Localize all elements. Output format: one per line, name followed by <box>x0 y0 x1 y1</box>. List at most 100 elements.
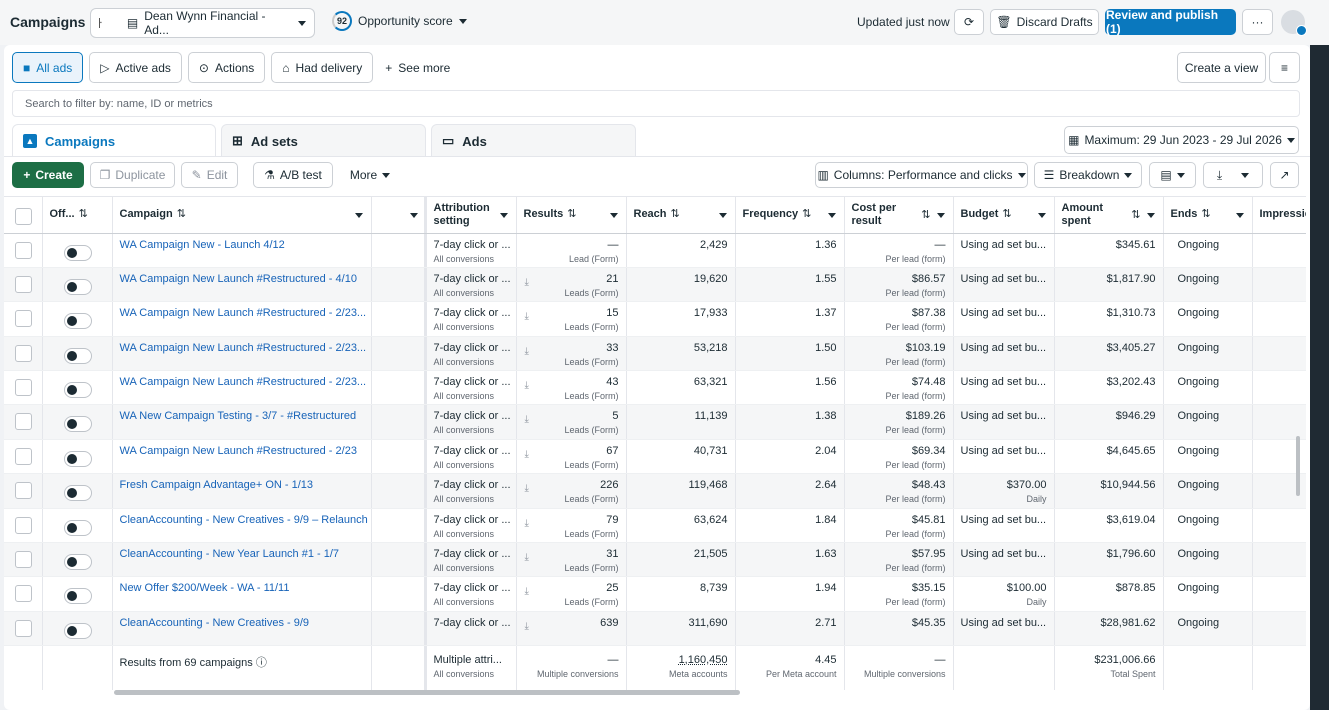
row-checkbox[interactable] <box>15 482 32 500</box>
row-toggle-cell[interactable] <box>42 611 113 647</box>
row-checkbox[interactable] <box>15 379 32 397</box>
row-checkbox[interactable] <box>15 241 32 259</box>
columns-button[interactable]: ▥ Columns: Performance and clicks <box>815 162 1028 188</box>
on-off-toggle[interactable] <box>63 554 92 571</box>
campaign-name-cell[interactable]: WA Campaign New Launch #Restructured - 2… <box>112 336 372 372</box>
campaign-name-cell[interactable]: WA Campaign New Launch #Restructured - 2… <box>112 370 372 406</box>
row-checkbox[interactable] <box>15 275 32 293</box>
date-range-picker[interactable]: ▦ Maximum: 29 Jun 2023 - 29 Jul 2026 <box>1064 126 1299 154</box>
table-row[interactable]: WA Campaign New Launch #Restructured - 2… <box>4 370 1306 406</box>
row-toggle-cell[interactable] <box>42 336 113 372</box>
campaign-name-cell[interactable]: CleanAccounting - New Creatives - 9/9 <box>112 611 372 647</box>
column-header-attribution[interactable]: Attribution setting <box>426 197 517 234</box>
campaign-name-cell[interactable]: WA Campaign New Launch #Restructured - 4… <box>112 267 372 303</box>
select-all-checkbox[interactable] <box>15 207 32 225</box>
row-select-cell[interactable] <box>4 508 43 544</box>
campaign-name-cell[interactable]: WA Campaign New Launch #Restructured - 2… <box>112 439 372 475</box>
filter-active-ads[interactable]: ▷ Active ads <box>89 52 182 83</box>
column-header-amount-spent[interactable]: Amount spent ⇅ <box>1054 197 1164 234</box>
campaign-link[interactable]: New Offer $200/Week - WA - 11/11 <box>120 582 290 594</box>
campaign-link[interactable]: Fresh Campaign Advantage+ ON - 1/13 <box>120 479 314 491</box>
campaign-name-cell[interactable]: Fresh Campaign Advantage+ ON - 1/13 <box>112 473 372 509</box>
row-toggle-cell[interactable] <box>42 404 113 440</box>
table-row[interactable]: CleanAccounting - New Creatives - 9/9 7-d… <box>4 611 1306 647</box>
chevron-down-icon[interactable] <box>718 213 727 218</box>
sort-icon[interactable]: ⇅ <box>1201 208 1210 220</box>
filter-had-delivery[interactable]: ⌂ Had delivery <box>271 52 374 83</box>
on-off-toggle[interactable] <box>63 588 92 605</box>
row-checkbox[interactable] <box>15 585 32 603</box>
row-checkbox[interactable] <box>15 344 32 362</box>
row-select-cell[interactable] <box>4 439 43 475</box>
campaign-link[interactable]: WA Campaign New Launch #Restructured - 2… <box>120 342 367 354</box>
review-publish-button[interactable]: Review and publish (1) <box>1105 8 1236 36</box>
campaign-link[interactable]: CleanAccounting - New Creatives - 9/9 – … <box>120 514 368 526</box>
tab-ads[interactable]: ▭ Ads <box>431 124 636 157</box>
chevron-down-icon[interactable] <box>354 213 363 218</box>
row-toggle-cell[interactable] <box>42 301 113 337</box>
on-off-toggle[interactable] <box>63 244 92 261</box>
row-toggle-cell[interactable] <box>42 473 113 509</box>
column-header-frequency[interactable]: Frequency ⇅ <box>735 197 845 234</box>
column-header-campaign[interactable]: Campaign ⇅ <box>112 197 372 234</box>
campaign-link[interactable]: WA New Campaign Testing - 3/7 - #Restruc… <box>120 410 357 422</box>
on-off-toggle[interactable] <box>63 450 92 467</box>
row-toggle-cell[interactable] <box>42 267 113 303</box>
sort-icon[interactable]: ⇅ <box>567 208 576 220</box>
chevron-down-icon[interactable] <box>1037 213 1046 218</box>
discard-drafts-button[interactable]: 🗑 Discard Drafts <box>990 9 1099 35</box>
campaign-link[interactable]: CleanAccounting - New Year Launch #1 - 1… <box>120 548 340 560</box>
vertical-scrollbar[interactable] <box>1296 436 1300 496</box>
tab-ad-sets[interactable]: ⊞ Ad sets <box>221 124 426 157</box>
on-off-toggle[interactable] <box>63 485 92 502</box>
reports-button[interactable]: ▤ <box>1149 162 1196 188</box>
campaign-name-cell[interactable]: New Offer $200/Week - WA - 11/11 <box>112 576 372 612</box>
column-header-impressions[interactable]: Impressio <box>1252 197 1306 234</box>
table-row[interactable]: WA Campaign New - Launch 4/12 7-day click… <box>4 233 1306 268</box>
create-button[interactable]: + Create <box>12 162 84 188</box>
campaign-link[interactable]: WA Campaign New Launch #Restructured - 4… <box>120 273 357 285</box>
column-header-off[interactable]: Off... ⇅ <box>42 197 113 234</box>
table-row[interactable]: CleanAccounting - New Year Launch #1 - 1… <box>4 542 1306 578</box>
campaign-name-cell[interactable]: WA Campaign New Launch #Restructured - 2… <box>112 301 372 337</box>
row-select-cell[interactable] <box>4 473 43 509</box>
row-toggle-cell[interactable] <box>42 370 113 406</box>
more-button[interactable]: More <box>339 162 401 188</box>
table-row[interactable]: WA New Campaign Testing - 3/7 - #Restruc… <box>4 404 1306 440</box>
row-select-cell[interactable] <box>4 301 43 337</box>
chevron-down-icon[interactable] <box>409 213 418 218</box>
row-select-cell[interactable] <box>4 404 43 440</box>
campaign-name-cell[interactable]: WA New Campaign Testing - 3/7 - #Restruc… <box>112 404 372 440</box>
chevron-down-icon[interactable] <box>1146 213 1155 218</box>
info-icon[interactable]: ⓘ <box>256 657 267 669</box>
row-toggle-cell[interactable] <box>42 576 113 612</box>
on-off-toggle[interactable] <box>63 278 92 295</box>
filter-all-ads[interactable]: ■ All ads <box>12 52 84 83</box>
on-off-toggle[interactable] <box>63 622 92 639</box>
row-checkbox[interactable] <box>15 447 32 465</box>
breakdown-button[interactable]: ☰ Breakdown <box>1034 162 1142 188</box>
campaign-link[interactable]: WA Campaign New - Launch 4/12 <box>120 239 285 251</box>
row-checkbox[interactable] <box>15 619 32 637</box>
row-select-cell[interactable] <box>4 267 43 303</box>
row-checkbox[interactable] <box>15 413 32 431</box>
campaign-name-cell[interactable]: CleanAccounting - New Year Launch #1 - 1… <box>112 542 372 578</box>
campaign-link[interactable]: WA Campaign New Launch #Restructured - 2… <box>120 445 357 457</box>
charts-button[interactable]: ↗ <box>1270 162 1299 188</box>
sort-icon[interactable]: ⇅ <box>671 208 680 220</box>
sort-icon[interactable]: ⇅ <box>1002 208 1011 220</box>
on-off-toggle[interactable] <box>63 347 92 364</box>
row-select-cell[interactable] <box>4 611 43 647</box>
table-row[interactable]: WA Campaign New Launch #Restructured - 2… <box>4 439 1306 475</box>
campaign-name-cell[interactable]: CleanAccounting - New Creatives - 9/9 – … <box>112 508 372 544</box>
chevron-down-icon[interactable] <box>827 213 836 218</box>
table-row[interactable]: WA Campaign New Launch #Restructured - 2… <box>4 336 1306 372</box>
chevron-down-icon[interactable] <box>936 213 945 218</box>
duplicate-button[interactable]: ❐ Duplicate <box>90 162 175 188</box>
chevron-down-icon[interactable] <box>1235 213 1244 218</box>
sort-icon[interactable]: ⇅ <box>802 208 811 220</box>
edit-button[interactable]: ✎ Edit <box>181 162 238 188</box>
row-toggle-cell[interactable] <box>42 508 113 544</box>
row-select-cell[interactable] <box>4 542 43 578</box>
column-header-ends[interactable]: Ends ⇅ <box>1163 197 1253 234</box>
